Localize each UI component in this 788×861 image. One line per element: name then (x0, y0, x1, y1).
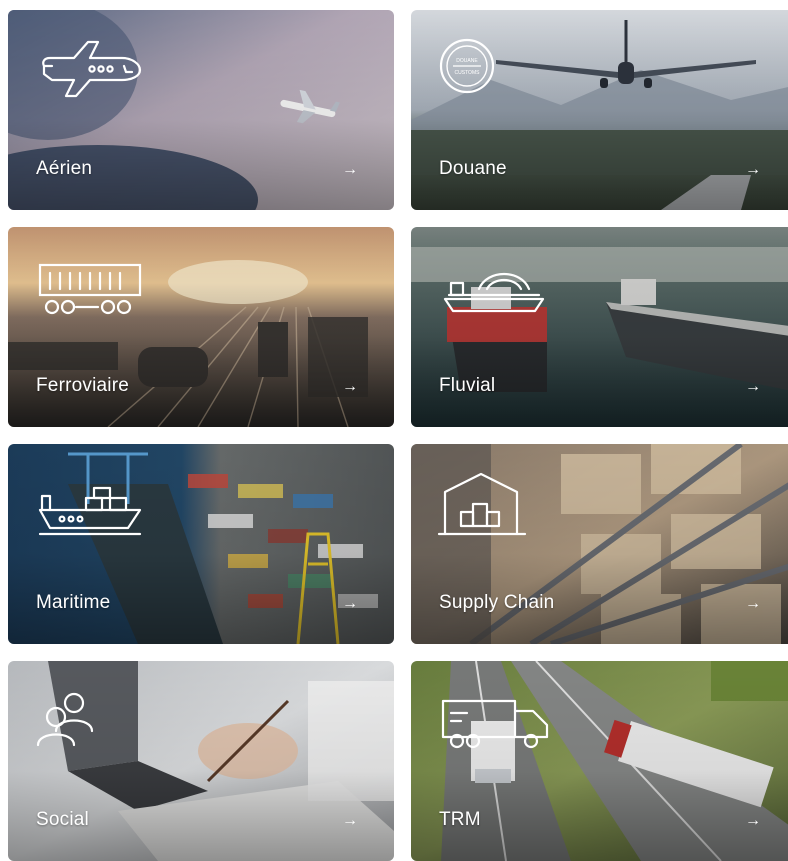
people-icon (36, 687, 146, 757)
cargo-ship-icon (36, 470, 146, 540)
card-label: Aérien (36, 158, 93, 179)
truck-icon (439, 687, 549, 757)
train-wagon-icon (36, 253, 146, 323)
card-supply-chain[interactable]: Supply Chain → (411, 444, 788, 644)
category-grid: Aérien → DOUANE CUSTOMS Douane → Ferrovi… (8, 10, 788, 861)
warehouse-icon (437, 470, 549, 540)
card-label: Supply Chain (439, 592, 555, 613)
arrow-right-icon: → (745, 595, 761, 612)
douane-stamp-text-bottom: CUSTOMS (455, 70, 481, 76)
card-label: Ferroviaire (36, 375, 129, 396)
douane-stamp-text-top: DOUANE (456, 58, 478, 64)
card-fluvial[interactable]: Fluvial → (411, 227, 788, 427)
card-maritime[interactable]: Maritime → (8, 444, 394, 644)
arrow-right-icon: → (342, 378, 358, 395)
arrow-right-icon: → (342, 595, 358, 612)
card-ferroviaire[interactable]: Ferroviaire → (8, 227, 394, 427)
card-trm[interactable]: TRM → (411, 661, 788, 861)
douane-customs-stamp-icon: DOUANE CUSTOMS (439, 36, 549, 106)
card-label: TRM (439, 809, 481, 830)
arrow-right-icon: → (745, 161, 761, 178)
arrow-right-icon: → (745, 378, 761, 395)
card-label: Social (36, 809, 89, 830)
card-label: Maritime (36, 592, 111, 613)
arrow-right-icon: → (342, 161, 358, 178)
card-douane[interactable]: DOUANE CUSTOMS Douane → (411, 10, 788, 210)
airplane-icon (36, 36, 146, 106)
river-barge-icon (439, 253, 549, 323)
card-label: Fluvial (439, 375, 496, 396)
arrow-right-icon: → (745, 812, 761, 829)
card-aerien[interactable]: Aérien → (8, 10, 394, 210)
arrow-right-icon: → (342, 812, 358, 829)
card-social[interactable]: Social → (8, 661, 394, 861)
card-label: Douane (439, 158, 507, 179)
